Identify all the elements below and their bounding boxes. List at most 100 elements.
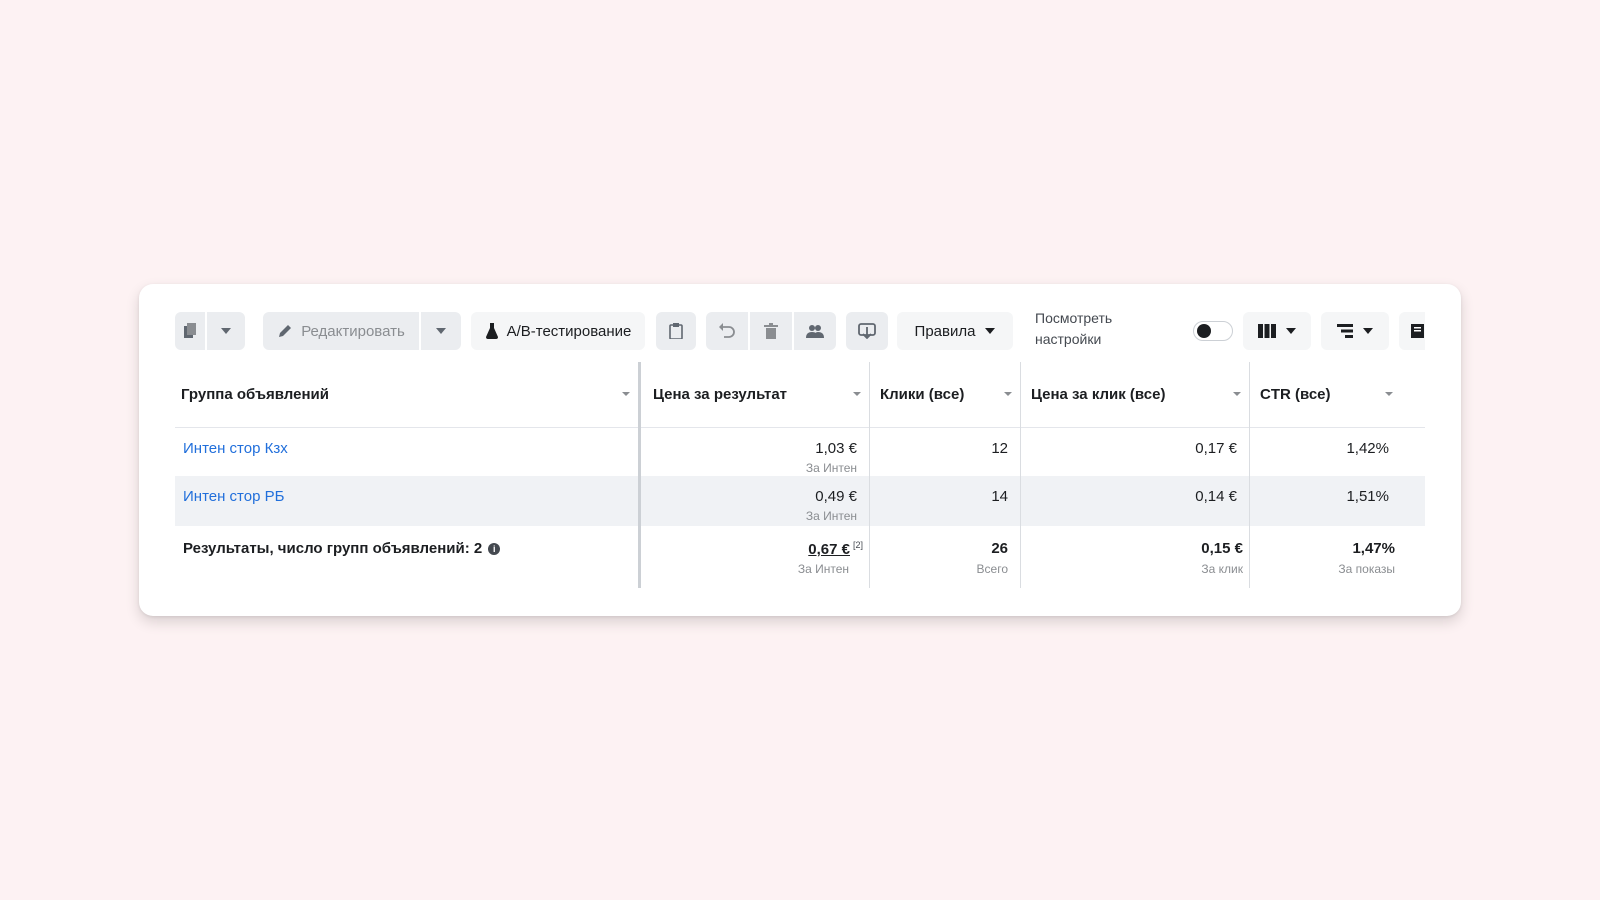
toolbar: Редактировать A/B-тестирование Правила П… [175, 310, 1425, 350]
table-header-row: Группа объявлений Цена за результат Клик… [175, 362, 1425, 428]
report-icon [1411, 324, 1424, 338]
ab-test-label: A/B-тестирование [506, 322, 632, 340]
cell-clicks: 12 [870, 428, 1020, 476]
sort-caret-icon[interactable] [1233, 392, 1241, 396]
breakdown-icon [1337, 324, 1353, 338]
edit-button-label: Редактировать [301, 322, 405, 340]
column-header-label: Клики (все) [880, 386, 965, 403]
undo-button[interactable] [706, 312, 748, 350]
cell-total-ctr: 1,47% За показы [1250, 526, 1401, 588]
view-settings-line2: настройки [1035, 331, 1102, 347]
totals-label-text: Результаты, число групп объявлений: 2 [183, 540, 483, 557]
sort-caret-icon[interactable] [622, 392, 630, 396]
rules-label: Правила [914, 322, 976, 340]
toggle-knob [1197, 324, 1211, 338]
column-header-cpc[interactable]: Цена за клик (все) [1021, 362, 1249, 427]
cell-totals-label: Результаты, число групп объявлений: 2 i [175, 526, 638, 588]
cell-cpc: 0,14 € [1021, 476, 1249, 526]
view-settings-line1: Посмотреть [1035, 310, 1113, 326]
column-header-cost-per-result[interactable]: Цена за результат [641, 362, 869, 427]
total-cost-per-result-sub: За Интен [797, 562, 849, 576]
cost-per-result-sub: За Интен [805, 509, 857, 523]
ad-group-link[interactable]: Интен стор Кзх [183, 440, 288, 457]
column-divider[interactable] [1020, 362, 1021, 588]
ads-manager-card: Редактировать A/B-тестирование Правила П… [139, 284, 1461, 616]
cell-cost-per-result: 0,49 € За Интен [641, 476, 869, 526]
total-clicks-value: 26 [991, 540, 1008, 557]
pencil-icon [279, 325, 292, 337]
duplicate-button[interactable] [175, 312, 205, 350]
cell-total-cost-per-result: 0,67 € [2] За Интен [641, 526, 869, 588]
total-cost-per-result: 0,67 € [2] [808, 540, 863, 558]
people-icon [806, 325, 824, 338]
clicks-value: 12 [991, 440, 1008, 457]
columns-button[interactable] [1243, 312, 1311, 350]
ad-group-link[interactable]: Интен стор РБ [183, 488, 284, 505]
table-row[interactable]: Интен стор Кзх 1,03 € За Интен 12 0,17 €… [175, 428, 1425, 476]
delete-button[interactable] [750, 312, 792, 350]
caret-down-icon [221, 328, 231, 334]
ctr-value: 1,42% [1346, 440, 1389, 457]
info-icon[interactable]: i [488, 542, 501, 555]
cell-ad-group: Интен стор Кзх [175, 428, 638, 476]
audience-button[interactable] [794, 312, 836, 350]
column-header-ctr[interactable]: CTR (все) [1250, 362, 1401, 427]
cell-ctr: 1,42% [1250, 428, 1401, 476]
cost-per-result-sub: За Интен [805, 461, 857, 475]
clipboard-icon [669, 323, 683, 339]
view-settings-toggle[interactable] [1193, 321, 1233, 341]
cell-ctr: 1,51% [1250, 476, 1401, 526]
column-divider-frozen[interactable] [638, 362, 641, 588]
sort-caret-icon[interactable] [853, 392, 861, 396]
column-divider[interactable] [869, 362, 870, 588]
cpc-value: 0,17 € [1195, 440, 1237, 457]
export-button[interactable] [846, 312, 888, 350]
export-icon [858, 323, 876, 339]
caret-down-icon [1286, 328, 1296, 334]
clipboard-button[interactable] [656, 312, 696, 350]
cell-total-cpc: 0,15 € За клик [1021, 526, 1249, 588]
trash-icon [764, 323, 778, 339]
duplicate-icon [184, 323, 196, 338]
cell-cpc: 0,17 € [1021, 428, 1249, 476]
caret-down-icon [1363, 328, 1373, 334]
table-row[interactable]: Интен стор РБ 0,49 € За Интен 14 0,14 € … [175, 476, 1425, 526]
rules-button[interactable]: Правила [897, 312, 1013, 350]
cell-clicks: 14 [870, 476, 1020, 526]
column-header-label: CTR (все) [1260, 386, 1331, 403]
totals-label: Результаты, число групп объявлений: 2 i [183, 540, 501, 557]
caret-down-icon [436, 328, 446, 334]
total-clicks-sub: Всего [976, 562, 1008, 576]
cost-per-result-value: 0,49 € [815, 488, 857, 505]
edit-dropdown-button[interactable] [421, 312, 461, 350]
edit-button[interactable]: Редактировать [263, 312, 419, 350]
sort-caret-icon[interactable] [1385, 392, 1393, 396]
columns-icon [1258, 324, 1276, 338]
undo-icon [719, 323, 735, 338]
ctr-value: 1,51% [1346, 488, 1389, 505]
cell-total-clicks: 26 Всего [870, 526, 1020, 588]
sort-caret-icon[interactable] [1004, 392, 1012, 396]
total-ctr-value: 1,47% [1352, 540, 1395, 557]
cell-ad-group: Интен стор РБ [175, 476, 638, 526]
ab-test-button[interactable]: A/B-тестирование [471, 312, 645, 350]
column-divider[interactable] [1249, 362, 1250, 588]
clicks-value: 14 [991, 488, 1008, 505]
duplicate-dropdown-button[interactable] [207, 312, 245, 350]
cpc-value: 0,14 € [1195, 488, 1237, 505]
cell-cost-per-result: 1,03 € За Интен [641, 428, 869, 476]
breakdown-button[interactable] [1321, 312, 1389, 350]
column-header-label: Цена за результат [653, 386, 788, 403]
column-header-label: Группа объявлений [181, 386, 329, 403]
cost-per-result-value: 1,03 € [815, 440, 857, 457]
total-cost-per-result-value[interactable]: 0,67 € [808, 541, 850, 558]
column-header-ad-group[interactable]: Группа объявлений [175, 362, 638, 427]
caret-down-icon [985, 328, 996, 334]
column-header-clicks[interactable]: Клики (все) [870, 362, 1020, 427]
total-cpc-sub: За клик [1201, 562, 1243, 576]
view-settings-link[interactable]: Посмотреть настройки [1035, 308, 1145, 350]
flask-icon [485, 323, 498, 339]
reports-button[interactable] [1399, 312, 1425, 350]
footnote-mark: [2] [852, 540, 863, 550]
total-ctr-sub: За показы [1338, 562, 1395, 576]
